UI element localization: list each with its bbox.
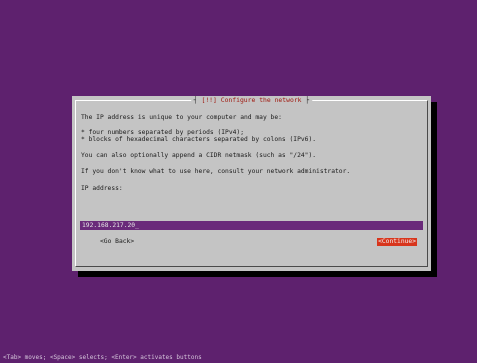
- dialog-title-marker: [!!]: [201, 96, 217, 104]
- continue-button[interactable]: <Continue>: [377, 238, 417, 246]
- installer-screen: ┤ [!!] Configure the network ├ The IP ad…: [0, 0, 477, 363]
- cidr-text: You can also optionally append a CIDR ne…: [81, 152, 317, 159]
- intro-text: The IP address is unique to your compute…: [81, 114, 282, 121]
- ip-address-input[interactable]: 192.168.217.20_: [80, 221, 423, 230]
- help-text: If you don't know what to use here, cons…: [81, 168, 351, 175]
- dialog-title: ┤ [!!] Configure the network ├: [190, 96, 313, 105]
- ip-address-label: IP address:: [81, 185, 123, 192]
- keyboard-help: <Tab> moves; <Space> selects; <Enter> ac…: [3, 354, 202, 361]
- dialog-title-text: Configure the network: [220, 96, 302, 104]
- go-back-button[interactable]: <Go Back>: [100, 238, 134, 246]
- ipv6-bullet: * blocks of hexadecimal characters separ…: [81, 136, 317, 143]
- network-config-dialog: ┤ [!!] Configure the network ├ The IP ad…: [72, 96, 431, 271]
